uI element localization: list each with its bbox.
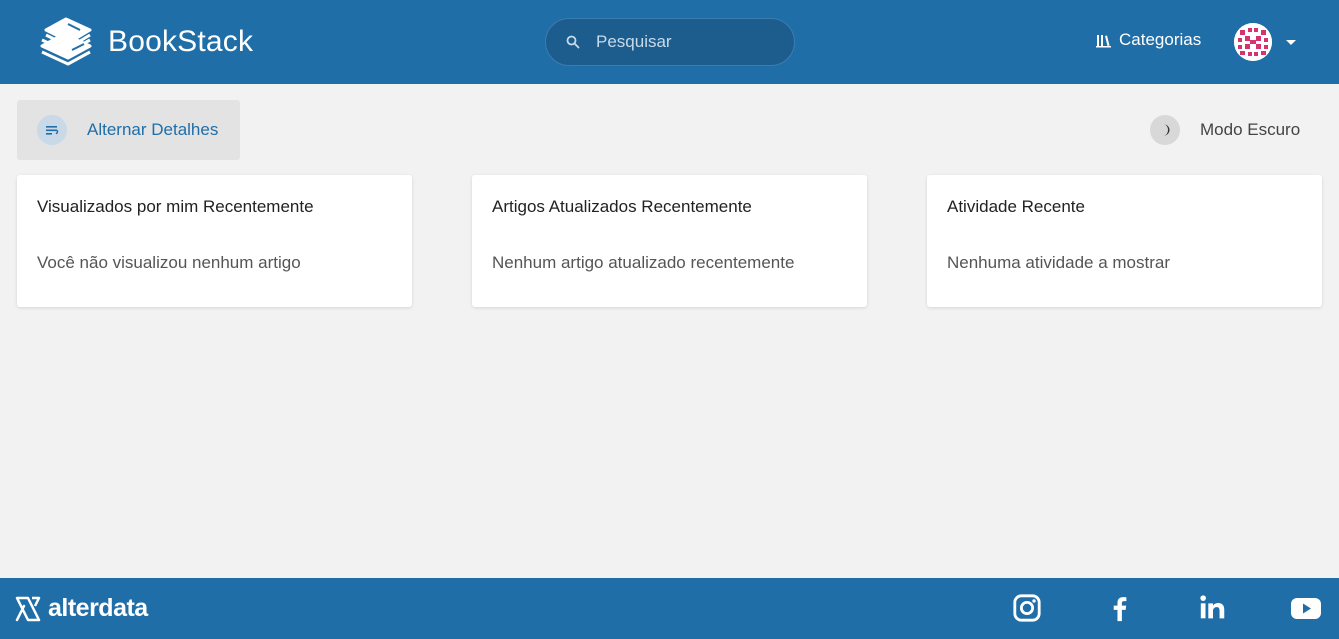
recent-activity-card: Atividade Recente Nenhuma atividade a mo… [927,175,1322,307]
facebook-icon[interactable] [1104,592,1136,624]
books-icon [1096,34,1111,47]
toggle-details-button[interactable]: Alternar Detalhes [17,100,240,160]
categories-label: Categorias [1119,30,1202,49]
moon-icon [1150,115,1180,145]
footer: alterdata [0,578,1339,639]
card-empty-text: Nenhum artigo atualizado recentemente [492,253,795,272]
recently-viewed-card: Visualizados por mim Recentemente Você n… [17,175,412,307]
linkedin-icon[interactable] [1197,592,1229,624]
chevron-down-icon [1286,39,1296,45]
app-logo-link[interactable]: BookStack [38,16,253,68]
card-empty-text: Você não visualizou nenhum artigo [37,253,301,272]
instagram-icon[interactable] [1011,592,1043,624]
card-empty-text: Nenhuma atividade a mostrar [947,253,1171,272]
avatar [1234,23,1272,61]
card-title: Artigos Atualizados Recentemente [492,197,752,216]
alterdata-brand[interactable]: alterdata [14,594,148,623]
top-header: BookStack Categorias [0,0,1339,84]
brand-text: alterdata [48,594,148,622]
card-title: Visualizados por mim Recentemente [37,197,314,216]
recently-updated-card: Artigos Atualizados Recentemente Nenhum … [472,175,867,307]
card-title: Atividade Recente [947,197,1085,216]
search-box[interactable] [545,18,795,66]
dark-mode-button[interactable]: Modo Escuro [1150,115,1300,145]
details-icon [37,115,67,145]
user-menu[interactable] [1234,23,1296,61]
bookstack-logo-icon [40,17,92,66]
categories-link[interactable]: Categorias [1096,30,1201,50]
youtube-icon[interactable] [1290,592,1322,624]
search-icon [566,35,580,49]
search-input[interactable] [596,32,776,52]
toggle-details-label: Alternar Detalhes [87,120,219,139]
dark-mode-label: Modo Escuro [1200,120,1301,139]
app-name: BookStack [108,25,254,58]
alterdata-logo-icon [15,596,41,621]
